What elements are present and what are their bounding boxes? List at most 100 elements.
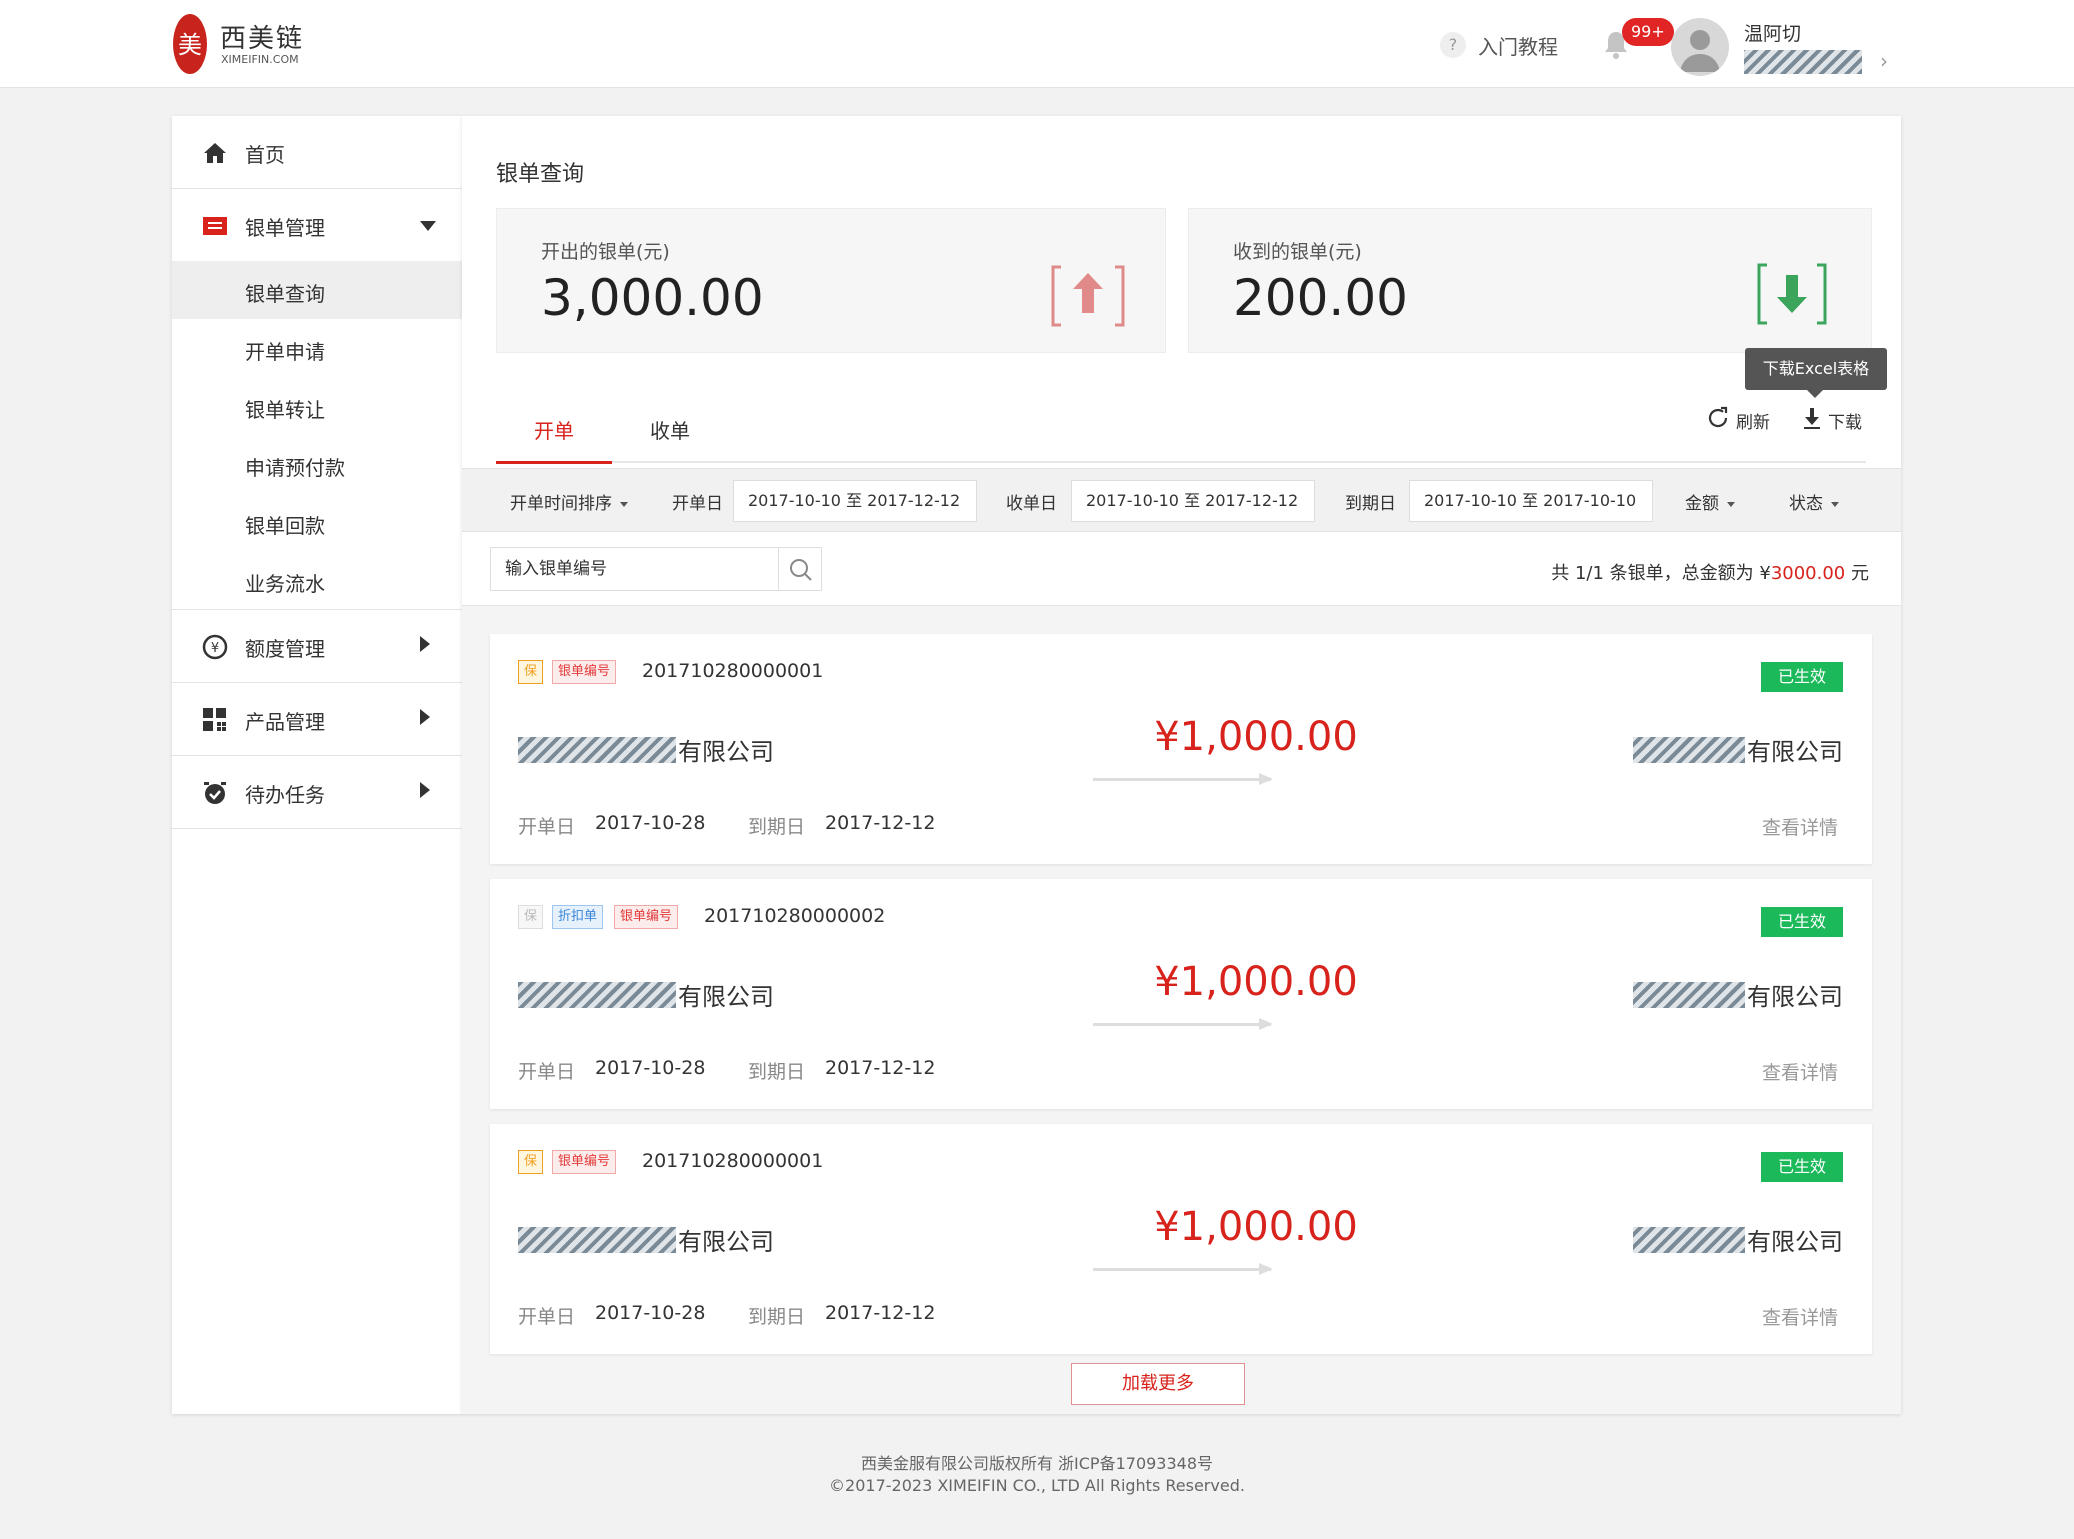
company-suffix: 有限公司 (1747, 738, 1843, 766)
sidebar-subitem-label: 业务流水 (245, 572, 325, 596)
sidebar-item-bill-management[interactable]: 银单管理 (172, 189, 462, 261)
sidebar-item-quota[interactable]: ¥ 额度管理 (172, 610, 462, 682)
sidebar-item-home[interactable]: 首页 (172, 116, 462, 188)
alarm-check-icon (202, 780, 228, 806)
receive-date-range[interactable]: 2017-10-10 至 2017-12-12 (1071, 480, 1315, 522)
sidebar-subitem-label: 申请预付款 (245, 456, 345, 480)
issued-value: 3,000.00 (541, 269, 764, 327)
guarantee-tag: 保 (518, 905, 544, 929)
sidebar-subitem-issue-apply[interactable]: 开单申请 (172, 319, 462, 377)
status-badge: 已生效 (1761, 907, 1843, 937)
issuer-company: 有限公司 (518, 732, 774, 767)
issue-date-label: 开单日 (672, 494, 723, 514)
footer-rights: ©2017-2023 XIMEIFIN CO., LTD All Rights … (829, 1476, 1245, 1495)
tutorial-link[interactable]: 入门教程 (1478, 31, 1558, 60)
logo-name: 西美链 (220, 24, 305, 54)
amount-dropdown[interactable]: 金额 (1685, 489, 1735, 514)
due-date: 2017-12-12 (825, 812, 936, 834)
company-suffix: 有限公司 (1747, 983, 1843, 1011)
view-detail-link[interactable]: 查看详情 (1762, 1303, 1838, 1330)
bill-number: 201710280000002 (704, 905, 886, 927)
sidebar-subitem-bill-query[interactable]: 银单查询 (172, 261, 462, 319)
sidebar-item-todo[interactable]: 待办任务 (172, 756, 462, 828)
issue-date: 2017-10-28 (595, 812, 706, 834)
search-row: 输入银单编号 共 1/1 条银单，总金额为 ¥3000.00 元 (462, 532, 1901, 606)
summary-suffix: 元 (1845, 563, 1869, 584)
bill-card[interactable]: 保 银单编号 201710280000001 已生效 有限公司 ¥1,000.0… (490, 634, 1872, 864)
sidebar-subitem-transactions[interactable]: 业务流水 (172, 551, 462, 609)
bill-number-search-input[interactable]: 输入银单编号 (490, 547, 778, 591)
main-content: 银单查询 开出的银单(元) 3,000.00 收到的银单(元) 200.00 下… (462, 116, 1901, 1414)
caret-down-icon (620, 501, 628, 507)
company-suffix: 有限公司 (1747, 1228, 1843, 1256)
summary-amount: 3000.00 (1770, 563, 1846, 584)
sidebar: 首页 银单管理 银单查询 开单申请 银单转让 申请预付款 银单回款 业务流水 ¥… (172, 116, 462, 1414)
bill-card[interactable]: 保 银单编号 201710280000001 已生效 有限公司 ¥1,000.0… (490, 1124, 1872, 1354)
status-badge: 已生效 (1761, 662, 1843, 692)
due-date-range[interactable]: 2017-10-10 至 2017-10-10 (1409, 480, 1653, 522)
guarantee-tag: 保 (518, 1150, 544, 1174)
filter-bar: 开单时间排序 开单日 2017-10-10 至 2017-12-12 收单日 2… (462, 468, 1901, 532)
tab-bar: 开单 收单 (496, 403, 1866, 464)
bill-number-tag: 银单编号 (614, 905, 679, 929)
view-detail-link[interactable]: 查看详情 (1762, 813, 1838, 840)
sidebar-subitem-prepayment[interactable]: 申请预付款 (172, 435, 462, 493)
summary-prefix: 共 1/1 条银单，总金额为 ¥ (1551, 563, 1771, 584)
sidebar-subitem-transfer[interactable]: 银单转让 (172, 377, 462, 435)
download-button[interactable]: 下载 (1802, 406, 1862, 435)
help-icon[interactable]: ? (1440, 32, 1466, 58)
bill-amount: ¥1,000.00 (1154, 1204, 1358, 1250)
chevron-right-icon[interactable]: › (1880, 49, 1888, 73)
upload-icon (1051, 265, 1125, 331)
sidebar-subitem-repayment[interactable]: 银单回款 (172, 493, 462, 551)
logo-icon[interactable]: 美 (172, 12, 208, 76)
download-icon (1757, 263, 1827, 329)
bill-number-tag: 银单编号 (552, 1150, 617, 1174)
logo-subtitle: XIMEIFIN.COM (221, 53, 299, 66)
issue-date: 2017-10-28 (595, 1057, 706, 1079)
receiver-company: 有限公司 (1633, 977, 1843, 1012)
tab-receive[interactable]: 收单 (612, 403, 728, 461)
bill-amount: ¥1,000.00 (1154, 959, 1358, 1005)
load-more-button[interactable]: 加载更多 (1071, 1363, 1245, 1405)
search-button[interactable] (778, 547, 822, 591)
caret-down-icon (420, 221, 436, 231)
issue-date-range[interactable]: 2017-10-10 至 2017-12-12 (733, 480, 977, 522)
sort-label: 开单时间排序 (510, 494, 612, 514)
avatar[interactable] (1671, 18, 1729, 76)
company-name-redacted (518, 736, 676, 763)
bill-number: 201710280000001 (642, 1150, 824, 1172)
caret-right-icon (420, 709, 430, 725)
footer-copyright: 西美金服有限公司版权所有 浙ICP备17093348号 (860, 1454, 1214, 1473)
caret-right-icon (420, 636, 430, 652)
company-name-redacted (518, 1226, 676, 1253)
view-detail-link[interactable]: 查看详情 (1762, 1058, 1838, 1085)
company-name-redacted (518, 981, 676, 1008)
user-name[interactable]: 温阿切 (1744, 19, 1801, 46)
issuer-company: 有限公司 (518, 1222, 774, 1257)
caret-down-icon (1831, 501, 1839, 507)
receiver-company: 有限公司 (1633, 1222, 1843, 1257)
svg-text:美: 美 (178, 31, 202, 59)
sidebar-item-products[interactable]: 产品管理 (172, 683, 462, 755)
receive-date-label: 收单日 (1006, 494, 1057, 514)
due-date-label: 到期日 (748, 1061, 806, 1083)
sort-dropdown[interactable]: 开单时间排序 (510, 489, 628, 514)
bill-card[interactable]: 保 折扣单 银单编号 201710280000002 已生效 有限公司 ¥1,0… (490, 879, 1872, 1109)
company-name-redacted (1633, 1226, 1745, 1253)
company-suffix: 有限公司 (678, 1228, 774, 1256)
company-name-redacted (1633, 736, 1745, 763)
sidebar-subitem-label: 开单申请 (245, 340, 325, 364)
status-label: 状态 (1789, 494, 1823, 514)
sidebar-item-label: 待办任务 (245, 783, 325, 807)
status-dropdown[interactable]: 状态 (1789, 489, 1839, 514)
download-label: 下载 (1828, 413, 1862, 433)
issue-date-label: 开单日 (518, 1306, 576, 1328)
bill-amount: ¥1,000.00 (1154, 714, 1358, 760)
download-arrow-icon (1802, 406, 1822, 435)
due-date-label: 到期日 (748, 1306, 806, 1328)
sidebar-item-label: 产品管理 (245, 710, 325, 734)
refresh-button[interactable]: 刷新 (1706, 406, 1770, 435)
caret-right-icon (420, 782, 430, 798)
tab-issue[interactable]: 开单 (496, 403, 612, 464)
